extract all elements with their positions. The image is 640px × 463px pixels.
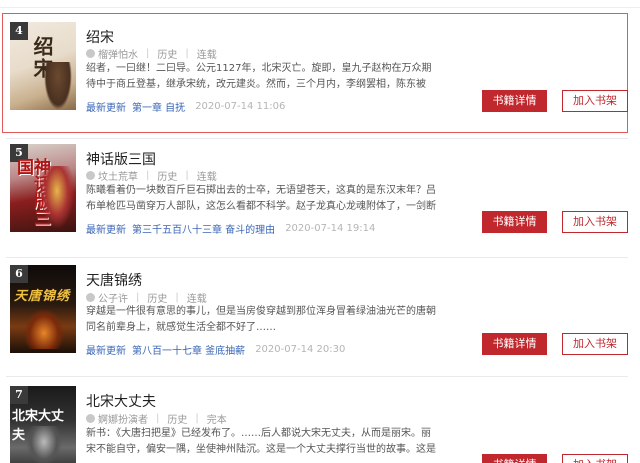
category[interactable]: 历史 (167, 411, 187, 426)
author-icon (86, 171, 95, 180)
cover-figure (24, 309, 64, 349)
book-meta: 公子许 | 历史 | 连载 (86, 290, 207, 305)
book-description: 绍者，一曰继！二曰导。公元1127年，北宋灭亡。旋即，皇九子赵构在万众期待中于商… (86, 63, 432, 90)
divider-line (6, 376, 628, 377)
author-icon (86, 49, 95, 58)
divider: | (146, 170, 150, 181)
book-title[interactable]: 天唐锦绣 (86, 270, 142, 290)
latest-chapter-link[interactable]: 第三千五百八十三章 奋斗的理由 (132, 221, 275, 236)
book-cover[interactable]: 4 绍宋 (10, 22, 76, 110)
rank-badge: 7 (10, 386, 28, 404)
divider: | (156, 413, 160, 424)
divider: | (195, 413, 199, 424)
update-date: 2020-07-14 19:14 (285, 223, 376, 234)
book-cover[interactable]: 5 神话版三国 (10, 144, 76, 232)
latest-label: 最新更新 (86, 103, 126, 114)
book-description: 陈曦看着仍一块数百斤巨石掷出去的士卒，无语望苍天，这真的是东汉末年？吕布单枪匹马… (86, 185, 436, 212)
status: 连载 (186, 294, 207, 305)
category[interactable]: 历史 (157, 46, 177, 61)
book-detail-button[interactable]: 书籍详情 (482, 333, 547, 355)
divider-line (6, 138, 628, 139)
divider: | (136, 292, 140, 303)
book-detail-button[interactable]: 书籍详情 (482, 211, 547, 233)
rank-badge: 6 (10, 265, 28, 283)
latest-update: 最新更新 第八百一十七章 釜底抽薪 2020-07-14 20:30 (86, 342, 345, 357)
book-title[interactable]: 神话版三国 (86, 149, 156, 169)
book-title[interactable]: 北宋大丈夫 (86, 391, 156, 411)
author-icon (86, 414, 95, 423)
author-name[interactable]: 婀娜扮演者 (98, 411, 148, 426)
author-name[interactable]: 坟土荒草 (98, 168, 138, 183)
status: 连载 (196, 172, 217, 183)
rank-badge: 4 (10, 22, 28, 40)
book-meta: 榴弹怕水 | 历史 | 连载 (86, 46, 217, 61)
status: 连载 (196, 50, 217, 61)
author-name[interactable]: 公子许 (98, 290, 128, 305)
book-cover[interactable]: 6 天唐锦绣 (10, 265, 76, 353)
book-description: 穿越是一件很有意思的事儿，但是当房俊穿越到那位浑身冒着绿油油光芒的唐朝同名前辈身… (86, 306, 436, 333)
divider: | (146, 48, 150, 59)
cover-figure (26, 426, 62, 463)
divider: | (185, 48, 189, 59)
latest-label: 最新更新 (86, 225, 126, 236)
book-title[interactable]: 绍宋 (86, 27, 114, 47)
category[interactable]: 历史 (147, 290, 167, 305)
book-detail-button[interactable]: 书籍详情 (482, 90, 547, 112)
author-name[interactable]: 榴弹怕水 (98, 46, 138, 61)
author-icon (86, 293, 95, 302)
latest-label: 最新更新 (86, 346, 126, 357)
cover-figure (44, 62, 72, 110)
latest-chapter-link[interactable]: 第一章 自抚 (132, 99, 185, 114)
latest-update: 最新更新 第一章 自抚 2020-07-14 11:06 (86, 99, 285, 114)
book-meta: 婀娜扮演者 | 历史 | 完本 (86, 411, 227, 426)
divider: | (185, 170, 189, 181)
update-date: 2020-07-14 20:30 (255, 344, 346, 355)
book-description: 新书：《大唐扫把星》已经发布了。……后人都说大宋无丈夫，从而是丽宋。丽宋不能自守… (86, 428, 436, 455)
add-to-shelf-button[interactable]: 加入书架 (562, 211, 628, 233)
book-detail-button[interactable]: 书籍详情 (482, 454, 547, 463)
book-cover[interactable]: 7 北宋大丈夫 (10, 386, 76, 463)
top-divider (0, 0, 640, 8)
divider-line (6, 257, 628, 258)
add-to-shelf-button[interactable]: 加入书架 (562, 333, 628, 355)
book-meta: 坟土荒草 | 历史 | 连载 (86, 168, 217, 183)
update-date: 2020-07-14 11:06 (195, 101, 286, 112)
latest-chapter-link[interactable]: 第八百一十七章 釜底抽薪 (132, 342, 245, 357)
cover-figure (40, 166, 74, 228)
add-to-shelf-button[interactable]: 加入书架 (562, 454, 628, 463)
cover-title: 天唐锦绣 (14, 289, 71, 304)
add-to-shelf-button[interactable]: 加入书架 (562, 90, 628, 112)
latest-update: 最新更新 第三千五百八十三章 奋斗的理由 2020-07-14 19:14 (86, 221, 375, 236)
status: 完本 (206, 415, 227, 426)
category[interactable]: 历史 (157, 168, 177, 183)
divider: | (175, 292, 179, 303)
